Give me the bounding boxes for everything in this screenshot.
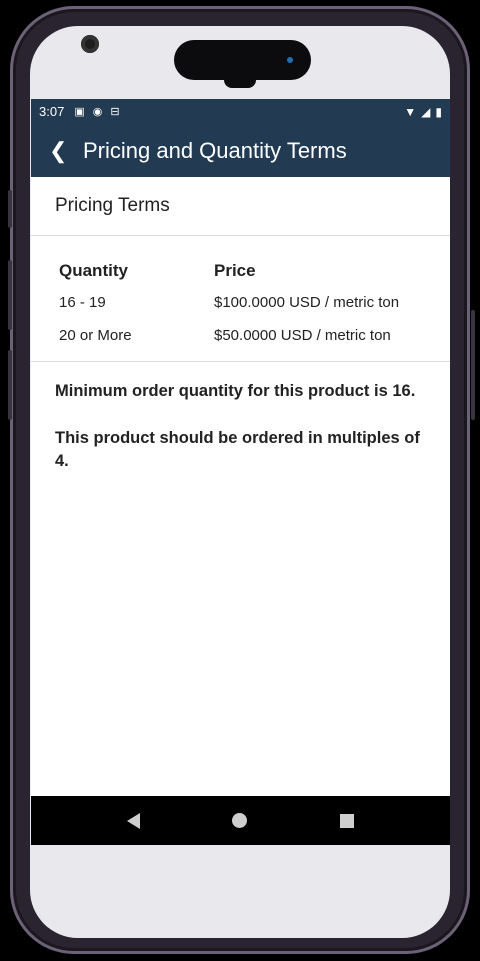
table-row: 20 or More $50.0000 USD / metric ton: [59, 319, 450, 352]
table-header-row: Quantity Price: [59, 256, 450, 286]
side-button-left-3: [8, 350, 12, 420]
status-time: 3:07: [39, 104, 65, 119]
app-bar: ❮ Pricing and Quantity Terms: [31, 124, 450, 177]
quantity-cell: 20 or More: [59, 327, 132, 344]
price-cell: $50.0000 USD / metric ton: [214, 327, 391, 344]
island-notch: [224, 78, 256, 88]
sensor-dot-icon: [287, 57, 293, 63]
battery-icon: ▮: [435, 104, 442, 119]
signal-icon: ◢: [421, 104, 431, 119]
android-nav-bar: [31, 796, 450, 845]
dynamic-island: [174, 40, 311, 80]
quantity-cell: 16 - 19: [59, 294, 106, 311]
price-cell: $100.0000 USD / metric ton: [214, 294, 400, 311]
back-arrow-icon[interactable]: ❮: [49, 138, 83, 164]
nav-recents-icon[interactable]: [339, 813, 354, 828]
page-title: Pricing and Quantity Terms: [83, 137, 347, 163]
minimum-order-note: Minimum order quantity for this product …: [55, 382, 416, 400]
order-notes: Minimum order quantity for this product …: [31, 362, 450, 473]
multiples-note: This product should be ordered in multip…: [55, 429, 420, 470]
pricing-table: Quantity Price 16 - 19 $100.0000 USD / m…: [31, 236, 450, 362]
side-button-left-1: [8, 190, 12, 228]
cast-icon: ◉: [92, 106, 103, 118]
side-button-right: [471, 310, 475, 420]
app-screen: 3:07 ▣ ◉ ⊟ ▼ ◢ ▮ ❮ Pricing and Quantity …: [31, 99, 450, 845]
nav-home-icon[interactable]: [232, 813, 248, 828]
section-title: Pricing Terms: [31, 177, 450, 236]
notification-a-icon: ▣: [74, 106, 85, 118]
nav-back-icon[interactable]: [127, 812, 141, 829]
column-header-quantity: Quantity: [59, 261, 128, 280]
camera-icon: [81, 35, 99, 53]
side-button-left-2: [8, 260, 12, 330]
wifi-icon: ▼: [404, 104, 417, 119]
table-row: 16 - 19 $100.0000 USD / metric ton: [59, 286, 450, 319]
column-header-price: Price: [214, 261, 256, 280]
sim-icon: ⊟: [110, 106, 120, 118]
status-bar: 3:07 ▣ ◉ ⊟ ▼ ◢ ▮: [31, 99, 450, 124]
